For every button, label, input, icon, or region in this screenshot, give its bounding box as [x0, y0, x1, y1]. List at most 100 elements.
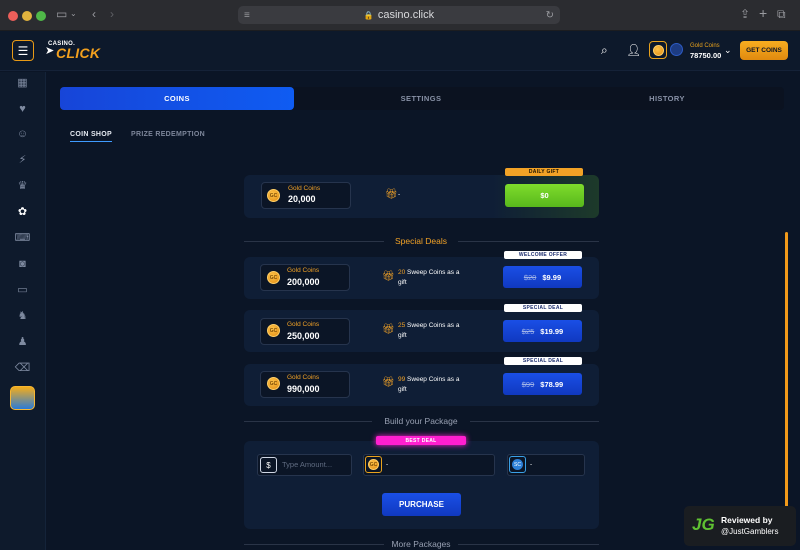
balance-label: Gold Coins [690, 43, 720, 49]
buy-deal-button[interactable]: $20 $9.99 [503, 266, 582, 288]
close-window-button[interactable] [8, 11, 18, 21]
page-settings-icon[interactable]: ≡ [244, 10, 250, 21]
minimize-window-button[interactable] [22, 11, 32, 21]
user-icon[interactable]: 👤︎ [626, 43, 641, 57]
reload-icon[interactable]: ↻ [546, 10, 554, 21]
new-tab-icon[interactable]: + [759, 5, 767, 21]
special-deal-badge: SPECIAL DEAL [504, 357, 582, 365]
sweep-coins-gift-text: 99 Sweep Coins as a gift [398, 376, 460, 393]
sidebar-toggle-icon[interactable]: ▭ [56, 7, 67, 21]
get-coins-button[interactable]: GET COINS [740, 41, 788, 60]
flower-icon[interactable]: ✿ [14, 204, 31, 221]
gold-coin-icon: GC [267, 189, 280, 202]
sweep-coin-icon-box: SC [509, 456, 526, 473]
price: $9.99 [542, 272, 562, 282]
daily-price: $0 [540, 191, 549, 200]
tab-coins[interactable]: COINS [60, 87, 294, 110]
dealer-icon[interactable]: ♟ [14, 334, 31, 351]
sweep-coin-selector[interactable] [670, 43, 683, 56]
gift-icon: 🎁︎ [382, 271, 395, 282]
menu-button[interactable]: ☰ [12, 40, 34, 61]
subtab-coin-shop[interactable]: COIN SHOP [70, 131, 112, 142]
gold-coins-label: Gold Coins [287, 321, 320, 328]
share-icon[interactable]: ⇪ [740, 7, 750, 21]
gold-coins-result: - [386, 461, 389, 468]
gold-coin-icon: GC [267, 377, 280, 390]
gold-coins-label: Gold Coins [288, 185, 321, 192]
gold-coins-label: Gold Coins [287, 374, 320, 381]
gold-coins-label: Gold Coins [287, 267, 320, 274]
gold-coin-icon: GC [267, 324, 280, 337]
trash-icon[interactable]: ⌫ [14, 360, 31, 377]
watermark-line2: @JustGamblers [721, 527, 779, 536]
tab-history[interactable]: HISTORY [550, 87, 784, 110]
divider [244, 544, 384, 545]
people-icon[interactable]: ☺ [14, 126, 31, 143]
sweep-coins-gift-text: 20 Sweep Coins as a gift [398, 269, 460, 286]
lock-icon: 🔒 [363, 10, 374, 20]
old-price: $20 [523, 272, 537, 282]
promo-game-icon[interactable] [10, 386, 35, 410]
heart-icon[interactable]: ♥ [14, 101, 31, 118]
watermark-line1: Reviewed by [721, 515, 773, 525]
maximize-window-button[interactable] [36, 11, 46, 21]
chevron-down-icon[interactable]: ⌄ [70, 9, 77, 18]
gift-icon: 🎁︎ [385, 189, 398, 200]
address-bar[interactable]: ≡ 🔒 casino.click ↻ [238, 6, 560, 24]
amount-placeholder: Type Amount... [282, 460, 333, 469]
dollar-icon: $ [260, 457, 277, 473]
special-deal-badge: SPECIAL DEAL [504, 304, 582, 312]
url-text: casino.click [377, 9, 435, 21]
lightning-icon[interactable]: ⚡︎ [14, 152, 31, 169]
daily-gift-badge: DAILY GIFT [505, 168, 583, 176]
gift-icon: 🎁︎ [382, 377, 395, 388]
gold-coin-icon-box: GC [365, 456, 382, 473]
divider [458, 241, 599, 242]
gold-coins-amount: 250,000 [287, 331, 320, 341]
gold-coin-icon: GC [368, 459, 379, 470]
forward-icon[interactable]: › [110, 7, 114, 21]
tab-settings[interactable]: SETTINGS [304, 87, 538, 110]
chip-icon[interactable]: ◙ [14, 256, 31, 273]
sweep-coins-result: - [530, 461, 533, 468]
logo-text[interactable]: CLICK [56, 45, 100, 61]
grid-icon[interactable]: ▦ [14, 75, 31, 92]
gold-coin-icon: GC [267, 271, 280, 284]
gold-coins-amount: 20,000 [288, 194, 316, 204]
divider [458, 544, 599, 545]
special-deals-title: Special Deals [395, 236, 447, 246]
gold-coin-icon [652, 44, 664, 56]
ticket-icon[interactable]: ▭ [14, 282, 31, 299]
trophy-icon[interactable]: ♛ [14, 178, 31, 195]
gift-text: - [398, 191, 401, 198]
more-packages-title: More Packages [391, 539, 451, 549]
divider [470, 421, 599, 422]
buy-deal-button[interactable]: $99 $78.99 [503, 373, 582, 395]
keyboard-icon[interactable]: ⌨ [14, 230, 31, 247]
buy-deal-button[interactable]: $25 $19.99 [503, 320, 582, 342]
build-package-title: Build your Package [384, 416, 458, 426]
search-icon[interactable]: ⌕ [601, 43, 608, 58]
old-price: $25 [521, 326, 535, 336]
welcome-offer-badge: WELCOME OFFER [504, 251, 582, 259]
gold-coins-amount: 200,000 [287, 277, 320, 287]
divider [244, 421, 372, 422]
gamepad-icon[interactable]: ♞ [14, 308, 31, 325]
gold-coins-amount: 990,000 [287, 384, 320, 394]
justgamblers-logo: JG [692, 515, 715, 534]
price: $19.99 [540, 326, 564, 336]
best-deal-badge: BEST DEAL [376, 436, 466, 445]
sweep-coins-gift-text: 25 Sweep Coins as a gift [398, 322, 460, 339]
tab-overview-icon[interactable]: ⧉ [777, 7, 786, 22]
scrollbar[interactable] [785, 232, 788, 512]
chevron-down-icon[interactable]: ⌄ [724, 45, 732, 56]
balance-value: 78750.00 [690, 51, 722, 60]
back-icon[interactable]: ‹ [92, 7, 96, 21]
old-price: $99 [521, 379, 535, 389]
gold-coin-selector[interactable] [649, 41, 667, 59]
subtab-prize-redemption[interactable]: PRIZE REDEMPTION [131, 131, 205, 138]
gold-coins-result-field [363, 454, 495, 476]
divider [244, 241, 384, 242]
purchase-button[interactable]: PURCHASE [382, 493, 461, 516]
daily-gift-claim-button[interactable]: $0 [505, 184, 584, 207]
